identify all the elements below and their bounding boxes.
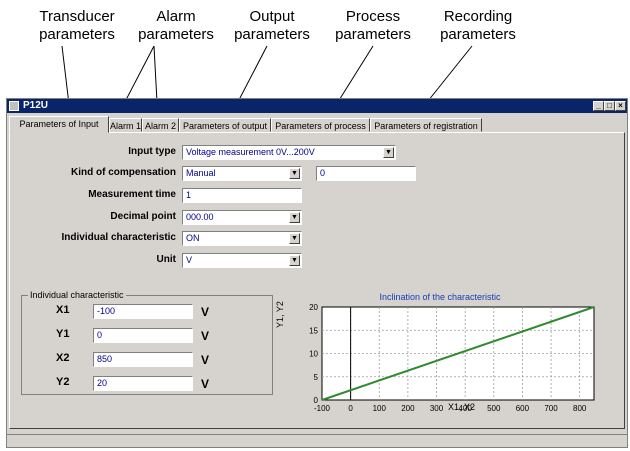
- measurement-time-field[interactable]: 1: [182, 188, 302, 203]
- input-type-select[interactable]: Voltage measurement 0V...200V ▼: [182, 145, 396, 160]
- y-tick-label-3: 15: [309, 326, 318, 335]
- tab-parameters-of-registration[interactable]: Parameters of registration: [370, 118, 482, 132]
- characteristic-chart: 05101520-100 0 100 200 300 400 500 600 700 800: [309, 303, 595, 413]
- y-tick-label-2: 10: [309, 350, 318, 359]
- x1-field[interactable]: -100: [93, 304, 193, 319]
- x2-label: X2: [56, 352, 70, 364]
- tab-parameters-of-input[interactable]: Parameters of Input: [9, 116, 109, 133]
- input-parameters-panel: Input type Voltage measurement 0V...200V…: [9, 132, 625, 429]
- x-tick-label-0: -100: [314, 404, 331, 413]
- app-window: P12U _ □ × Parameters of Input Alarm 1 A…: [6, 98, 628, 448]
- x-tick-label-9: 800: [573, 404, 587, 413]
- x2-field[interactable]: 850: [93, 352, 193, 367]
- x-tick-label-3: 200: [401, 404, 415, 413]
- measurement-time-label: Measurement time: [88, 189, 176, 200]
- x-tick-label-6: 500: [487, 404, 501, 413]
- chevron-down-icon[interactable]: ▼: [383, 147, 394, 158]
- y-tick-label-4: 20: [309, 303, 318, 312]
- x-tick-label-1: 0: [348, 404, 353, 413]
- individual-characteristic-value: ON: [186, 233, 200, 243]
- decimal-point-label: Decimal point: [110, 211, 176, 222]
- x1-label: X1: [56, 304, 70, 316]
- y2-unit: V: [201, 377, 210, 391]
- title-bar: P12U _ □ ×: [7, 99, 627, 113]
- y2-label: Y2: [56, 376, 70, 388]
- minimize-button[interactable]: _: [593, 101, 604, 111]
- y1-label: Y1: [56, 328, 70, 340]
- maximize-button[interactable]: □: [604, 101, 615, 111]
- tab-parameters-of-process[interactable]: Parameters of process: [271, 118, 370, 132]
- compensation-select[interactable]: Manual ▼: [182, 166, 302, 181]
- y-tick-label-1: 5: [314, 373, 319, 382]
- chevron-down-icon[interactable]: ▼: [289, 168, 300, 179]
- chevron-down-icon[interactable]: ▼: [289, 212, 300, 223]
- input-type-label: Input type: [128, 146, 176, 157]
- compensation-label: Kind of compensation: [71, 167, 176, 178]
- unit-label: Unit: [156, 254, 176, 265]
- decimal-point-value: 000.00: [186, 212, 214, 222]
- individual-characteristic-label: Individual characteristic: [61, 232, 177, 243]
- group-title: Individual characteristic: [28, 290, 126, 300]
- tab-alarm-1[interactable]: Alarm 1: [109, 118, 142, 132]
- decimal-point-select[interactable]: 000.00 ▼: [182, 210, 302, 225]
- y1-unit: V: [201, 329, 210, 343]
- x-axis-label: X1, X2: [448, 402, 476, 412]
- x-tick-label-7: 600: [516, 404, 530, 413]
- y1-field[interactable]: 0: [93, 328, 193, 343]
- tab-parameters-of-output[interactable]: Parameters of output: [179, 118, 271, 132]
- app-icon: [9, 101, 19, 111]
- input-type-value: Voltage measurement 0V...200V: [186, 147, 315, 157]
- x2-unit: V: [201, 353, 210, 367]
- x-tick-label-8: 700: [544, 404, 558, 413]
- individual-characteristic-select[interactable]: ON ▼: [182, 231, 302, 246]
- unit-value: V: [186, 255, 193, 265]
- tab-alarm-2[interactable]: Alarm 2: [142, 118, 179, 132]
- chevron-down-icon[interactable]: ▼: [289, 255, 300, 266]
- window-title: P12U: [23, 100, 49, 111]
- close-button[interactable]: ×: [615, 101, 626, 111]
- y2-field[interactable]: 20: [93, 376, 193, 391]
- x-tick-label-4: 300: [430, 404, 444, 413]
- x1-unit: V: [201, 305, 210, 319]
- unit-select[interactable]: V ▼: [182, 253, 302, 268]
- y-axis-label: Y1, Y2: [275, 301, 285, 328]
- compensation-value-field[interactable]: 0: [316, 166, 416, 181]
- compensation-value: Manual: [186, 168, 216, 178]
- status-bar: [7, 434, 627, 447]
- chevron-down-icon[interactable]: ▼: [289, 233, 300, 244]
- x-tick-label-2: 100: [373, 404, 387, 413]
